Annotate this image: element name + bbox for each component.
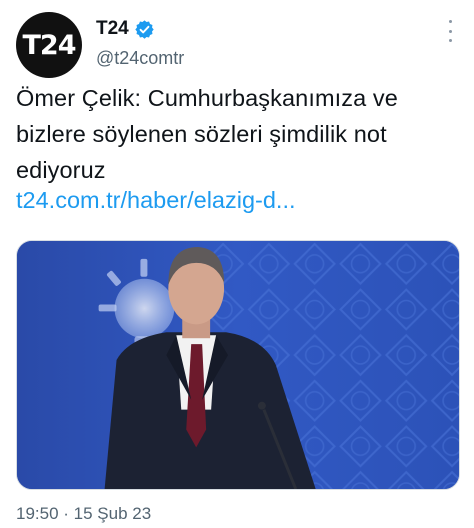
tweet-link[interactable]: t24.com.tr/haber/elazig-d...: [16, 187, 296, 214]
avatar-logo-text: T24: [22, 29, 77, 61]
tweet-timestamp[interactable]: 19:50 · 15 Şub 23: [16, 504, 151, 524]
tweet-media-image[interactable]: [16, 240, 460, 490]
name-row: T24: [96, 18, 184, 40]
more-dot: [448, 39, 452, 42]
more-options-icon[interactable]: [446, 20, 454, 42]
tweet-header: T24 T24 @t24comtr: [16, 12, 460, 78]
more-dot: [448, 29, 452, 33]
avatar[interactable]: T24: [16, 12, 82, 78]
tweet-text: Ömer Çelik: Cumhurbaşkanımıza ve bizlere…: [16, 85, 398, 183]
author-info: T24 @t24comtr: [96, 18, 184, 69]
photo-illustration: [17, 241, 459, 489]
display-name[interactable]: T24: [96, 18, 129, 40]
verified-badge-icon: [134, 19, 155, 40]
more-dot: [448, 20, 452, 23]
handle[interactable]: @t24comtr: [96, 48, 184, 69]
